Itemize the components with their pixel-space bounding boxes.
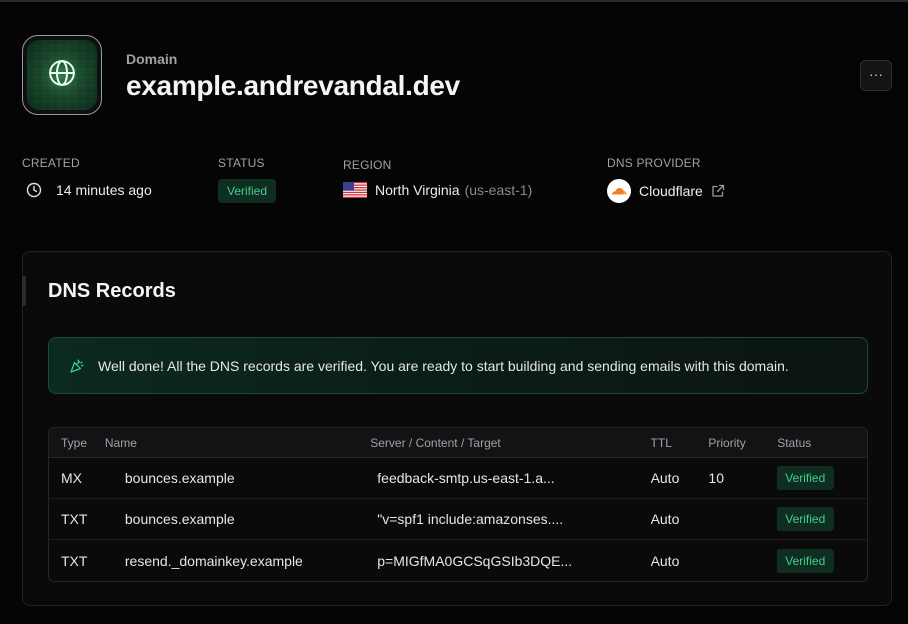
status-badge: Verified xyxy=(777,548,835,573)
record-priority: 10 xyxy=(708,470,724,486)
dns-provider-value[interactable]: Cloudflare xyxy=(607,179,725,203)
record-server: "v=spf1 include:amazonses.... xyxy=(377,511,564,527)
table-row[interactable]: TXT resend._domainkey.example p=MIGfMA0G… xyxy=(49,540,867,581)
created-text: 14 minutes ago xyxy=(56,182,152,198)
dns-provider-name: Cloudflare xyxy=(639,183,703,199)
external-link-icon[interactable] xyxy=(711,184,725,198)
record-status: Verified xyxy=(777,548,867,573)
region-code: (us-east-1) xyxy=(464,182,533,198)
record-type: TXT xyxy=(61,511,88,527)
record-name: resend._domainkey.example xyxy=(124,552,303,569)
table-header: Type Name Server / Content / Target TTL … xyxy=(49,428,867,458)
column-type: Type xyxy=(61,435,88,450)
created-value: 14 minutes ago xyxy=(26,182,152,198)
column-ttl: TTL xyxy=(650,435,672,450)
status-badge: Verified xyxy=(218,179,277,203)
column-server: Server / Content / Target xyxy=(370,435,501,450)
status-badge: Verified xyxy=(777,507,835,531)
column-priority: Priority xyxy=(708,435,746,450)
page-kicker: Domain xyxy=(126,51,178,67)
globe-icon xyxy=(47,58,77,93)
verified-banner: Well done! All the DNS records are verif… xyxy=(48,337,868,394)
record-server: feedback-smtp.us-east-1.a... xyxy=(377,470,555,486)
record-name: bounces.example xyxy=(124,470,235,486)
status-value: Verified xyxy=(218,179,277,203)
record-status: Verified xyxy=(777,466,867,490)
cloudflare-icon xyxy=(607,179,631,203)
region-value: North Virginia (us-east-1) xyxy=(343,182,532,198)
page-title: example.andrevandal.dev xyxy=(126,70,460,101)
table-row[interactable]: MX bounces.example feedback-smtp.us-east… xyxy=(49,458,867,499)
record-name: bounces.example xyxy=(124,511,235,527)
column-status: Status xyxy=(777,435,812,450)
domain-avatar xyxy=(22,35,102,115)
record-ttl: Auto xyxy=(650,470,680,486)
record-ttl: Auto xyxy=(650,552,680,569)
more-options-button[interactable]: ··· xyxy=(860,60,892,91)
region-label: REGION xyxy=(343,158,392,172)
card-accent xyxy=(22,276,26,306)
record-type: TXT xyxy=(61,552,88,569)
table-row[interactable]: TXT bounces.example "v=spf1 include:amaz… xyxy=(49,499,867,540)
column-name: Name xyxy=(104,435,137,450)
dns-records-table: Type Name Server / Content / Target TTL … xyxy=(48,427,868,582)
region-name: North Virginia xyxy=(375,182,460,198)
dns-provider-label: DNS PROVIDER xyxy=(607,156,701,170)
created-label: CREATED xyxy=(22,156,80,170)
record-ttl: Auto xyxy=(650,511,680,527)
record-status: Verified xyxy=(777,507,867,531)
status-label: STATUS xyxy=(218,156,265,170)
verified-banner-text: Well done! All the DNS records are verif… xyxy=(98,357,789,374)
party-popper-icon xyxy=(69,358,85,374)
dns-records-card: DNS Records Well done! All the DNS recor… xyxy=(22,251,892,606)
status-badge: Verified xyxy=(777,466,835,490)
us-flag-icon xyxy=(343,182,367,198)
record-type: MX xyxy=(61,470,82,486)
record-server: p=MIGfMA0GCSqGSIb3DQE... xyxy=(377,552,573,569)
clock-icon xyxy=(26,182,42,198)
dns-records-title: DNS Records xyxy=(48,280,176,302)
top-divider xyxy=(0,0,908,2)
